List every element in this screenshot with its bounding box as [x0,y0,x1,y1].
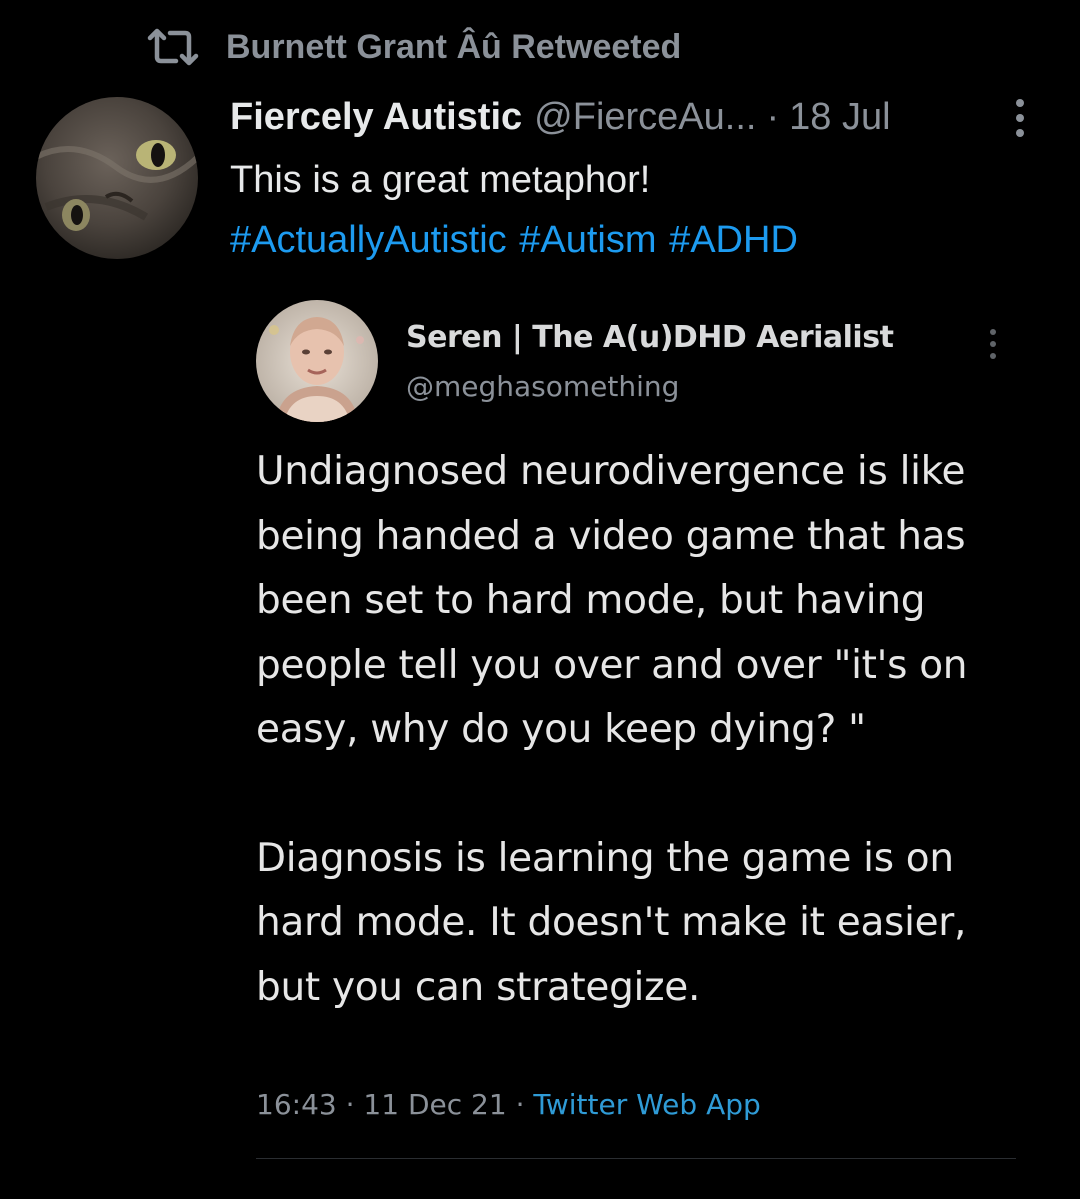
tweet-header: Fiercely Autistic @FierceAu... · 18 Jul [230,92,1040,142]
author-name[interactable]: Fiercely Autistic [230,96,522,139]
hashtag-link[interactable]: #Autism [519,219,656,261]
hashtag-link[interactable]: #ADHD [669,219,798,261]
person-avatar-image [256,300,378,422]
tweet-date[interactable]: 18 Jul [789,96,890,139]
quoted-paragraph: Undiagnosed neurodivergence is like bein… [256,449,968,752]
author-handle[interactable]: @FierceAu... [534,96,756,139]
quoted-author-handle: @meghasomething [406,370,680,403]
meta-separator: · [515,1088,525,1121]
quoted-tweet-meta: 16:43 · 11 Dec 21 · Twitter Web App [256,1088,761,1121]
quoted-tweet-text: Undiagnosed neurodivergence is like bein… [256,440,1036,1020]
author-avatar[interactable] [36,97,198,259]
more-vertical-icon[interactable] [1010,96,1030,140]
tweet-text: This is a great metaphor! [230,159,651,201]
retweet-context[interactable]: Burnett Grant Âû Retweeted [146,26,681,68]
quoted-source: Twitter Web App [533,1088,761,1121]
quoted-time: 16:43 [256,1088,337,1121]
more-vertical-icon [990,329,996,359]
retweet-icon [147,28,199,66]
divider [256,1158,1016,1159]
hashtag-link[interactable]: #ActuallyAutistic [230,219,507,261]
tweet-body: This is a great metaphor! #ActuallyAutis… [230,150,1050,270]
quoted-paragraph: Diagnosis is learning the game is on har… [256,835,967,1010]
hashtag-list: #ActuallyAutistic #Autism #ADHD [230,210,1050,270]
cat-avatar-image [36,97,198,259]
meta-separator: · [345,1088,355,1121]
quoted-tweet-image[interactable]: Seren | The A(u)DHD Aerialist @meghasome… [230,290,1040,1170]
retweet-label[interactable]: Burnett Grant Âû Retweeted [226,28,681,67]
quoted-author-avatar [256,300,378,422]
quoted-author-name: Seren | The A(u)DHD Aerialist [406,320,894,355]
header-separator: · [766,95,780,138]
quoted-date: 11 Dec 21 [363,1088,507,1121]
